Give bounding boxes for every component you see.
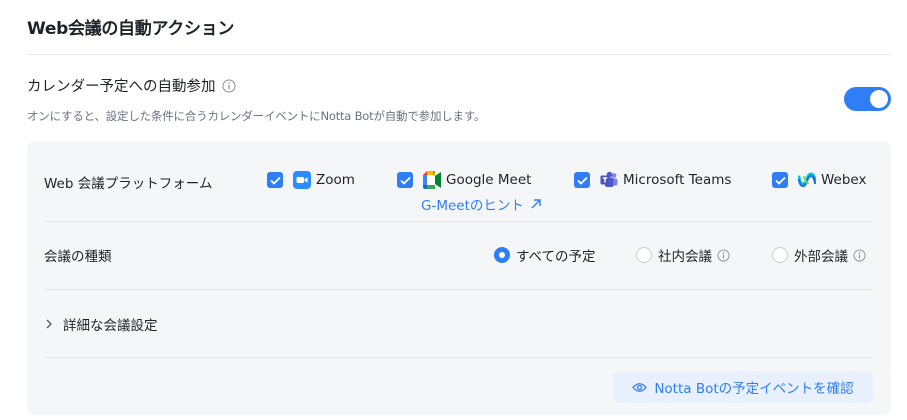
info-icon[interactable] xyxy=(717,248,730,262)
check-icon xyxy=(774,176,786,185)
microsoft-teams-icon xyxy=(600,171,618,187)
platform-zoom: Zoom xyxy=(267,171,355,189)
view-bot-events-button[interactable]: Notta Botの予定イベントを確認 xyxy=(613,371,873,403)
webex-icon xyxy=(798,172,816,188)
info-icon[interactable] xyxy=(853,248,866,262)
row-separator xyxy=(44,221,874,222)
google-meet-icon xyxy=(423,171,441,189)
hint-link-label: G-Meetのヒント xyxy=(421,198,524,214)
check-icon xyxy=(399,176,411,185)
platform-webex: Webex xyxy=(772,171,867,189)
eye-icon xyxy=(632,382,648,392)
advanced-settings-toggle[interactable]: 詳細な会議設定 xyxy=(45,314,158,334)
microsoft-teams-label: Microsoft Teams xyxy=(623,172,732,188)
check-icon xyxy=(576,176,588,185)
microsoft-teams-checkbox[interactable] xyxy=(574,172,590,188)
radio-external-meeting-button[interactable] xyxy=(772,247,788,263)
view-bot-events-label: Notta Botの予定イベントを確認 xyxy=(654,381,854,397)
auto-join-description: オンにすると、設定した条件に合うカレンダーイベントにNotta Botが自動で参… xyxy=(27,109,486,123)
radio-all-events[interactable]: すべての予定 xyxy=(494,245,596,265)
platforms-label: Web 会議プラットフォーム xyxy=(44,176,213,192)
google-meet-checkbox[interactable] xyxy=(397,172,413,188)
row-separator xyxy=(44,357,874,358)
platform-microsoft-teams: Microsoft Teams xyxy=(574,171,731,189)
external-arrow-icon xyxy=(531,199,541,209)
radio-internal-meeting-label: 社内会議 xyxy=(658,249,712,265)
google-meet-hint-link[interactable]: G-Meetのヒント xyxy=(421,194,542,214)
radio-external-meeting[interactable]: 外部会議 xyxy=(772,245,866,265)
section-divider xyxy=(27,54,891,55)
webex-checkbox[interactable] xyxy=(772,172,788,188)
info-icon[interactable] xyxy=(222,79,236,93)
meeting-type-label: 会議の種類 xyxy=(44,249,112,265)
advanced-settings-label: 詳細な会議設定 xyxy=(63,318,158,334)
auto-join-title-label: カレンダー予定への自動参加 xyxy=(27,79,216,95)
check-icon xyxy=(269,176,281,185)
radio-internal-meeting-button[interactable] xyxy=(636,247,652,263)
row-separator xyxy=(44,289,874,290)
auto-join-title: カレンダー予定への自動参加 xyxy=(27,75,236,96)
radio-all-events-label: すべての予定 xyxy=(516,249,596,265)
radio-internal-meeting[interactable]: 社内会議 xyxy=(636,245,730,265)
radio-external-meeting-label: 外部会議 xyxy=(794,249,848,265)
settings-panel: Web 会議プラットフォーム Zoom Google Meet Microsof… xyxy=(27,141,891,415)
zoom-label: Zoom xyxy=(316,172,355,188)
auto-join-toggle[interactable] xyxy=(844,87,891,111)
webex-label: Webex xyxy=(821,172,867,188)
zoom-checkbox[interactable] xyxy=(267,172,283,188)
chevron-right-icon xyxy=(46,319,52,329)
google-meet-label: Google Meet xyxy=(446,172,532,188)
zoom-icon xyxy=(293,171,311,189)
platform-google-meet: Google Meet xyxy=(397,171,531,189)
radio-all-events-button[interactable] xyxy=(494,247,510,263)
section-title: Web会議の自動アクション xyxy=(27,19,235,39)
toggle-knob xyxy=(870,90,888,108)
